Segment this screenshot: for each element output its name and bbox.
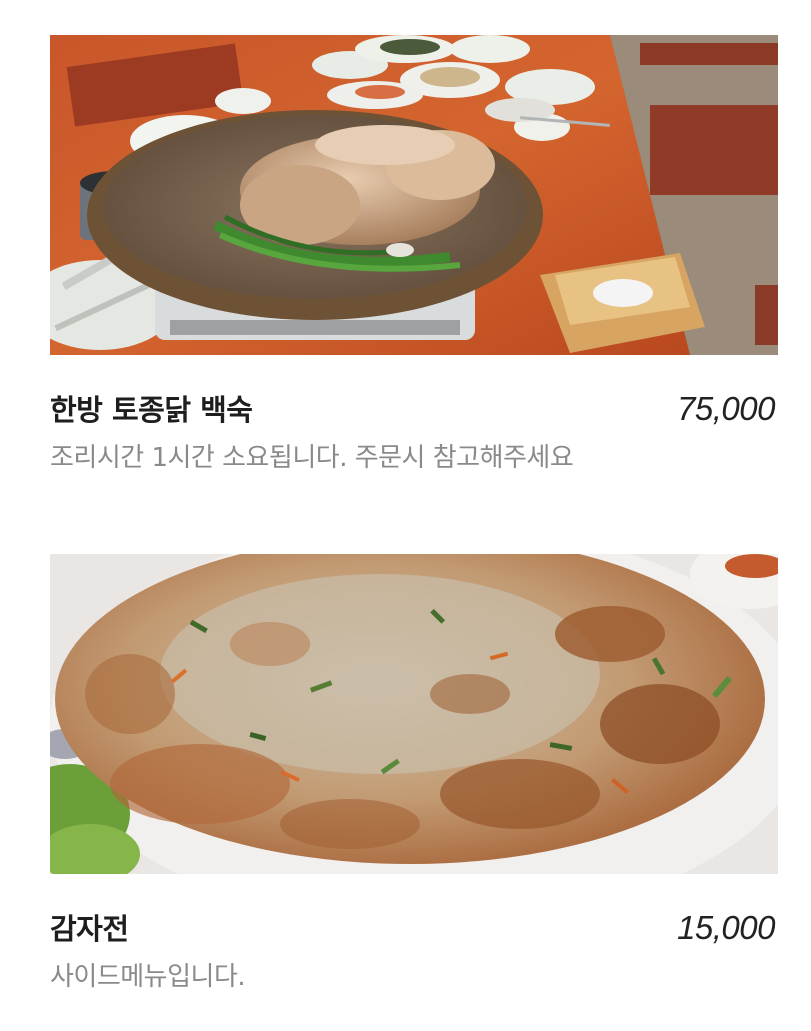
menu-item-photo[interactable] — [50, 35, 778, 355]
menu-item-name: 감자전 — [50, 912, 129, 946]
menu-item-description: 조리시간 1시간 소요됩니다. 주문시 참고해주세요 — [50, 443, 574, 473]
menu-item[interactable]: 감자전 15,000 사이드메뉴입니다. — [50, 554, 778, 993]
menu-item-name: 한방 토종닭 백숙 — [50, 393, 253, 427]
menu-item-price: 15,000 — [677, 909, 775, 946]
potato-pancake-photo — [50, 554, 778, 874]
menu-item-info: 한방 토종닭 백숙 75,000 — [50, 387, 778, 427]
menu-list: 한방 토종닭 백숙 75,000 조리시간 1시간 소요됩니다. 주문시 참고해… — [50, 35, 778, 993]
menu-item-photo[interactable] — [50, 554, 778, 874]
herbal-chicken-soup-photo — [50, 35, 778, 355]
menu-item-info: 감자전 15,000 — [50, 906, 778, 946]
menu-item-description: 사이드메뉴입니다. — [50, 962, 246, 992]
menu-item-price: 75,000 — [677, 390, 775, 427]
menu-item[interactable]: 한방 토종닭 백숙 75,000 조리시간 1시간 소요됩니다. 주문시 참고해… — [50, 35, 778, 474]
